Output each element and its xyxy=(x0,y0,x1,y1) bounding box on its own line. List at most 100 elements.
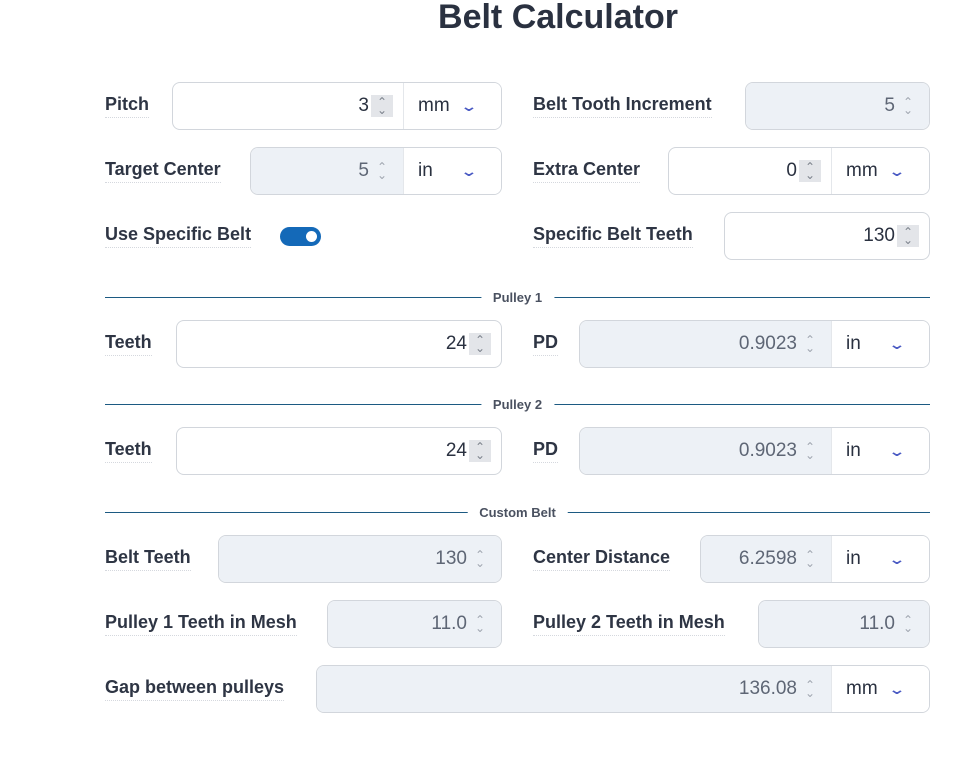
p1-pd-input: 0.9023 ⌃ ⌄ xyxy=(580,321,831,367)
spinner-icon: ⌃ ⌄ xyxy=(804,333,816,355)
chevron-down-icon: ⌄ xyxy=(888,550,906,567)
chevron-down-icon: ⌄ xyxy=(888,442,906,459)
target-center-input: 5 ⌃ ⌄ xyxy=(251,148,403,194)
unit-value: mm xyxy=(418,95,450,116)
section-divider-pulley-1: Pulley 1 xyxy=(105,289,930,305)
p1-mesh-input: 11.0 ⌃ ⌄ xyxy=(328,601,501,647)
belt-tooth-increment-input: 5 ⌃ ⌄ xyxy=(746,83,929,129)
belt-teeth-label: Belt Teeth xyxy=(105,547,191,571)
spinner-icon: ⌃ ⌄ xyxy=(474,548,486,570)
specific-belt-teeth-label: Specific Belt Teeth xyxy=(533,224,693,248)
chevron-down-icon: ⌄ xyxy=(888,335,906,352)
target-center-value: 5 xyxy=(358,160,369,181)
gap-label: Gap between pulleys xyxy=(105,677,285,701)
specific-belt-teeth-input[interactable]: 130 ⌃ ⌄ xyxy=(725,213,929,259)
spinner-icon: ⌃ ⌄ xyxy=(804,548,816,570)
extra-center-value: 0 xyxy=(786,160,797,181)
specific-belt-teeth-value: 130 xyxy=(863,225,895,246)
pitch-input[interactable]: 3 ⌃ ⌄ xyxy=(173,83,403,129)
section-divider-custom-belt: Custom Belt xyxy=(105,504,930,520)
p2-pd-value: 0.9023 xyxy=(738,440,797,461)
p1-pd-label: PD xyxy=(533,332,559,356)
extra-center-field: 0 ⌃ ⌄ mm ⌄ xyxy=(668,147,930,195)
section-title: Pulley 2 xyxy=(480,396,555,412)
p1-pd-field: 0.9023 ⌃ ⌄ in ⌄ xyxy=(579,320,930,368)
spinner-icon: ⌃ ⌄ xyxy=(474,613,486,635)
toggle-knob xyxy=(306,231,317,242)
unit-value: in xyxy=(846,548,861,569)
unit-value: mm xyxy=(846,160,878,181)
spinner-icon[interactable]: ⌃ ⌄ xyxy=(469,333,491,355)
center-distance-value: 6.2598 xyxy=(738,548,797,569)
section-title: Custom Belt xyxy=(467,504,568,520)
chevron-down-icon: ⌄ xyxy=(460,162,478,179)
extra-center-input[interactable]: 0 ⌃ ⌄ xyxy=(669,148,831,194)
center-distance-unit-select[interactable]: in ⌄ xyxy=(831,536,929,582)
section-title: Pulley 1 xyxy=(480,289,555,305)
p2-mesh-value: 11.0 xyxy=(859,613,895,634)
p1-mesh-value: 11.0 xyxy=(431,613,467,634)
pitch-unit-select[interactable]: mm ⌄ xyxy=(403,83,501,129)
p2-mesh-field: 11.0 ⌃ ⌄ xyxy=(758,600,930,648)
p2-mesh-label: Pulley 2 Teeth in Mesh xyxy=(533,612,725,636)
p2-teeth-value: 24 xyxy=(445,440,467,461)
use-specific-belt-label: Use Specific Belt xyxy=(105,224,252,248)
gap-unit-select[interactable]: mm ⌄ xyxy=(831,666,929,712)
p1-mesh-label: Pulley 1 Teeth in Mesh xyxy=(105,612,297,636)
p1-teeth-field: 24 ⌃ ⌄ xyxy=(176,320,502,368)
belt-teeth-value: 130 xyxy=(435,548,467,569)
center-distance-field: 6.2598 ⌃ ⌄ in ⌄ xyxy=(700,535,930,583)
section-divider-pulley-2: Pulley 2 xyxy=(105,396,930,412)
p1-pd-value: 0.9023 xyxy=(738,333,797,354)
p2-pd-unit-select[interactable]: in ⌄ xyxy=(831,428,929,474)
chevron-down-icon: ⌄ xyxy=(460,97,478,114)
extra-center-label: Extra Center xyxy=(533,159,641,183)
belt-tooth-increment-label: Belt Tooth Increment xyxy=(533,94,712,118)
p1-mesh-field: 11.0 ⌃ ⌄ xyxy=(327,600,502,648)
use-specific-belt-toggle[interactable] xyxy=(280,227,321,246)
center-distance-input: 6.2598 ⌃ ⌄ xyxy=(701,536,831,582)
p1-pd-unit-select[interactable]: in ⌄ xyxy=(831,321,929,367)
p2-pd-input: 0.9023 ⌃ ⌄ xyxy=(580,428,831,474)
target-center-unit-select[interactable]: in ⌄ xyxy=(403,148,501,194)
gap-field: 136.08 ⌃ ⌄ mm ⌄ xyxy=(316,665,930,713)
extra-center-unit-select[interactable]: mm ⌄ xyxy=(831,148,929,194)
belt-teeth-field: 130 ⌃ ⌄ xyxy=(218,535,502,583)
pitch-value: 3 xyxy=(358,95,369,116)
p1-teeth-input[interactable]: 24 ⌃ ⌄ xyxy=(177,321,501,367)
spinner-icon: ⌃ ⌄ xyxy=(804,678,816,700)
p2-teeth-label: Teeth xyxy=(105,439,152,463)
chevron-down-icon: ⌄ xyxy=(888,680,906,697)
p2-pd-field: 0.9023 ⌃ ⌄ in ⌄ xyxy=(579,427,930,475)
p2-mesh-input: 11.0 ⌃ ⌄ xyxy=(759,601,929,647)
spinner-icon: ⌃ ⌄ xyxy=(902,95,914,117)
gap-value: 136.08 xyxy=(738,678,797,699)
spinner-icon: ⌃ ⌄ xyxy=(376,160,388,182)
unit-value: in xyxy=(846,440,861,461)
gap-input: 136.08 ⌃ ⌄ xyxy=(317,666,831,712)
pitch-field: 3 ⌃ ⌄ mm ⌄ xyxy=(172,82,502,130)
p2-teeth-input[interactable]: 24 ⌃ ⌄ xyxy=(177,428,501,474)
spinner-icon[interactable]: ⌃ ⌄ xyxy=(897,225,919,247)
belt-tooth-increment-field: 5 ⌃ ⌄ xyxy=(745,82,930,130)
target-center-field: 5 ⌃ ⌄ in ⌄ xyxy=(250,147,502,195)
p2-pd-label: PD xyxy=(533,439,559,463)
unit-value: in xyxy=(418,160,433,181)
spinner-icon[interactable]: ⌃ ⌄ xyxy=(469,440,491,462)
page-title: Belt Calculator xyxy=(438,0,678,36)
spinner-icon: ⌃ ⌄ xyxy=(804,440,816,462)
belt-tooth-increment-value: 5 xyxy=(884,95,895,116)
pitch-label: Pitch xyxy=(105,94,150,118)
unit-value: mm xyxy=(846,678,878,699)
p2-teeth-field: 24 ⌃ ⌄ xyxy=(176,427,502,475)
center-distance-label: Center Distance xyxy=(533,547,671,571)
spinner-icon[interactable]: ⌃ ⌄ xyxy=(799,160,821,182)
chevron-down-icon: ⌄ xyxy=(888,162,906,179)
unit-value: in xyxy=(846,333,861,354)
specific-belt-teeth-field: 130 ⌃ ⌄ xyxy=(724,212,930,260)
target-center-label: Target Center xyxy=(105,159,221,183)
spinner-icon[interactable]: ⌃ ⌄ xyxy=(371,95,393,117)
p1-teeth-label: Teeth xyxy=(105,332,152,356)
belt-teeth-input: 130 ⌃ ⌄ xyxy=(219,536,501,582)
spinner-icon: ⌃ ⌄ xyxy=(902,613,914,635)
